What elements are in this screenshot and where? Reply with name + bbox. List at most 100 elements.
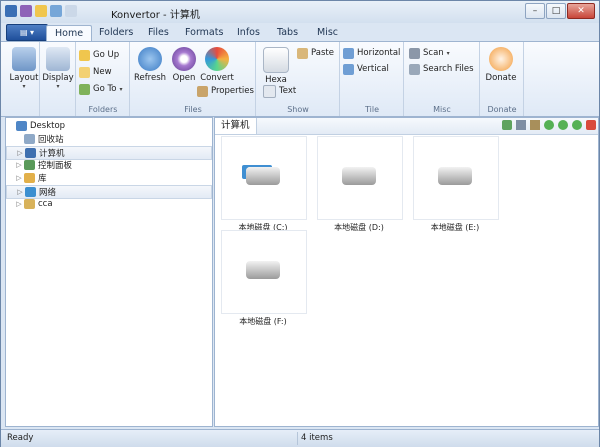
go-to-icon: [79, 83, 90, 95]
files-group: Refresh Open Convert Properties Files: [131, 42, 256, 116]
hard-drive-icon: [342, 167, 376, 185]
tree-item-library[interactable]: ▷ 库: [6, 172, 212, 184]
tree-item-label: 控制面板: [38, 161, 73, 171]
drive-tile-c[interactable]: [221, 136, 307, 220]
layout-group: Layout ▾: [5, 42, 40, 116]
maximize-button[interactable]: □: [546, 3, 566, 19]
tree-item-computer[interactable]: ▷ 计算机: [6, 146, 212, 160]
expand-arrow-icon: ▷: [16, 174, 22, 182]
status-separator: [297, 432, 298, 445]
window-title: Konvertor - 计算机: [111, 10, 200, 21]
paste-label: Paste: [311, 48, 334, 58]
search-files-button[interactable]: Search Files: [409, 62, 474, 76]
sync-icon[interactable]: [502, 120, 512, 130]
display-icon: [46, 47, 70, 71]
open-button[interactable]: Open: [167, 45, 201, 100]
open-label: Open: [172, 73, 196, 83]
go-to-button[interactable]: Go To ▾: [79, 82, 122, 96]
app-button[interactable]: ▤ ▾: [6, 24, 48, 41]
paste-button[interactable]: Paste: [297, 46, 334, 60]
system-drive-icon: [246, 167, 280, 185]
ribbon: Layout ▾ Display ▾ Go Up New Go To ▾ Fol…: [1, 41, 599, 117]
paste-icon: [297, 47, 308, 59]
text-button[interactable]: Text: [263, 84, 296, 98]
drive-label: 本地磁盘 (F:): [239, 317, 287, 326]
convert-icon: [205, 47, 229, 71]
tab-infos[interactable]: Infos: [237, 25, 260, 41]
qat-dropdown-icon[interactable]: [65, 5, 77, 17]
tab-misc[interactable]: Misc: [317, 25, 338, 41]
horizontal-button[interactable]: Horizontal: [343, 46, 400, 60]
text-label: Text: [279, 86, 297, 96]
folder-icon[interactable]: [35, 5, 47, 17]
status-text: Ready: [7, 433, 34, 443]
forward-icon[interactable]: [572, 120, 582, 130]
tab-tabs[interactable]: Tabs: [277, 25, 298, 41]
go-up-icon: [79, 49, 90, 61]
tree-item-recycle-bin[interactable]: 回收站: [6, 133, 212, 145]
app-menu-icon[interactable]: [5, 5, 17, 17]
recycle-bin-icon: [24, 134, 35, 144]
display-label: Display: [42, 73, 74, 83]
vertical-button[interactable]: Vertical: [343, 62, 389, 76]
layout-button[interactable]: Layout ▾: [7, 45, 41, 100]
new-label: New: [93, 67, 112, 77]
main-tab[interactable]: 计算机: [215, 118, 257, 134]
tab-home[interactable]: Home: [46, 25, 93, 42]
tree-item-desktop[interactable]: Desktop: [6, 120, 212, 132]
tree-item-control-panel[interactable]: ▷ 控制面板: [6, 159, 212, 171]
hexa-icon: [263, 47, 289, 73]
view-options-icon[interactable]: [530, 120, 540, 130]
go-to-dropdown-icon: ▾: [119, 85, 123, 93]
refresh-label: Refresh: [133, 73, 167, 83]
tab-files[interactable]: Files: [148, 25, 169, 41]
tile-group-label: Tile: [364, 105, 379, 114]
tab-formats[interactable]: Formats: [185, 25, 223, 41]
tab-folders[interactable]: Folders: [99, 25, 133, 41]
files-group-label: Files: [184, 105, 202, 114]
display-dropdown-icon: ▾: [56, 83, 60, 90]
window-controls: – □ ✕: [525, 3, 595, 19]
drive-tile-f[interactable]: [221, 230, 307, 314]
expand-arrow-icon: ▷: [17, 188, 23, 196]
folders-group-label: Folders: [88, 105, 118, 114]
drive-tile-e[interactable]: [413, 136, 499, 220]
donate-group-label: Donate: [487, 105, 517, 114]
tree-item-label: 计算机: [39, 149, 65, 159]
layout-icon: [12, 47, 36, 71]
convert-label: Convert: [200, 73, 234, 83]
control-panel-icon: [24, 160, 35, 170]
tree-item-label: 网络: [39, 188, 57, 198]
search-icon[interactable]: [50, 5, 62, 17]
up-icon[interactable]: [558, 120, 568, 130]
eye-icon[interactable]: [20, 5, 32, 17]
back-icon[interactable]: [544, 120, 554, 130]
item-count: 4 items: [301, 433, 333, 443]
tree-item-network[interactable]: ▷ 网络: [6, 185, 212, 199]
drive-tile-d[interactable]: [317, 136, 403, 220]
folders-group: Go Up New Go To ▾ Folders: [77, 42, 130, 116]
donate-label: Donate: [485, 73, 517, 83]
display-button[interactable]: Display ▾: [41, 45, 75, 100]
tree-item-cca[interactable]: ▷ cca: [6, 198, 212, 210]
scan-button[interactable]: Scan ▾: [409, 46, 450, 60]
minimize-button[interactable]: –: [525, 3, 545, 19]
properties-label: Properties: [211, 86, 254, 96]
ribbon-tabs: ▤ ▾ Home Folders Files Formats Infos Tab…: [1, 23, 599, 42]
donate-button[interactable]: Donate: [483, 45, 519, 100]
main-header: 计算机: [215, 118, 598, 135]
desktop-icon: [16, 121, 27, 131]
drive-label: 本地磁盘 (E:): [430, 223, 480, 232]
properties-button[interactable]: Properties: [197, 84, 254, 98]
search-files-icon: [409, 63, 420, 75]
filter-icon[interactable]: [516, 120, 526, 130]
go-up-button[interactable]: Go Up: [79, 48, 119, 62]
scan-label: Scan: [423, 48, 444, 58]
horizontal-label: Horizontal: [357, 48, 401, 58]
close-button[interactable]: ✕: [567, 3, 595, 19]
new-folder-icon: [79, 66, 90, 78]
refresh-icon: [138, 47, 162, 71]
new-button[interactable]: New: [79, 65, 112, 79]
close-tab-icon[interactable]: [586, 120, 596, 130]
refresh-button[interactable]: Refresh: [133, 45, 167, 100]
